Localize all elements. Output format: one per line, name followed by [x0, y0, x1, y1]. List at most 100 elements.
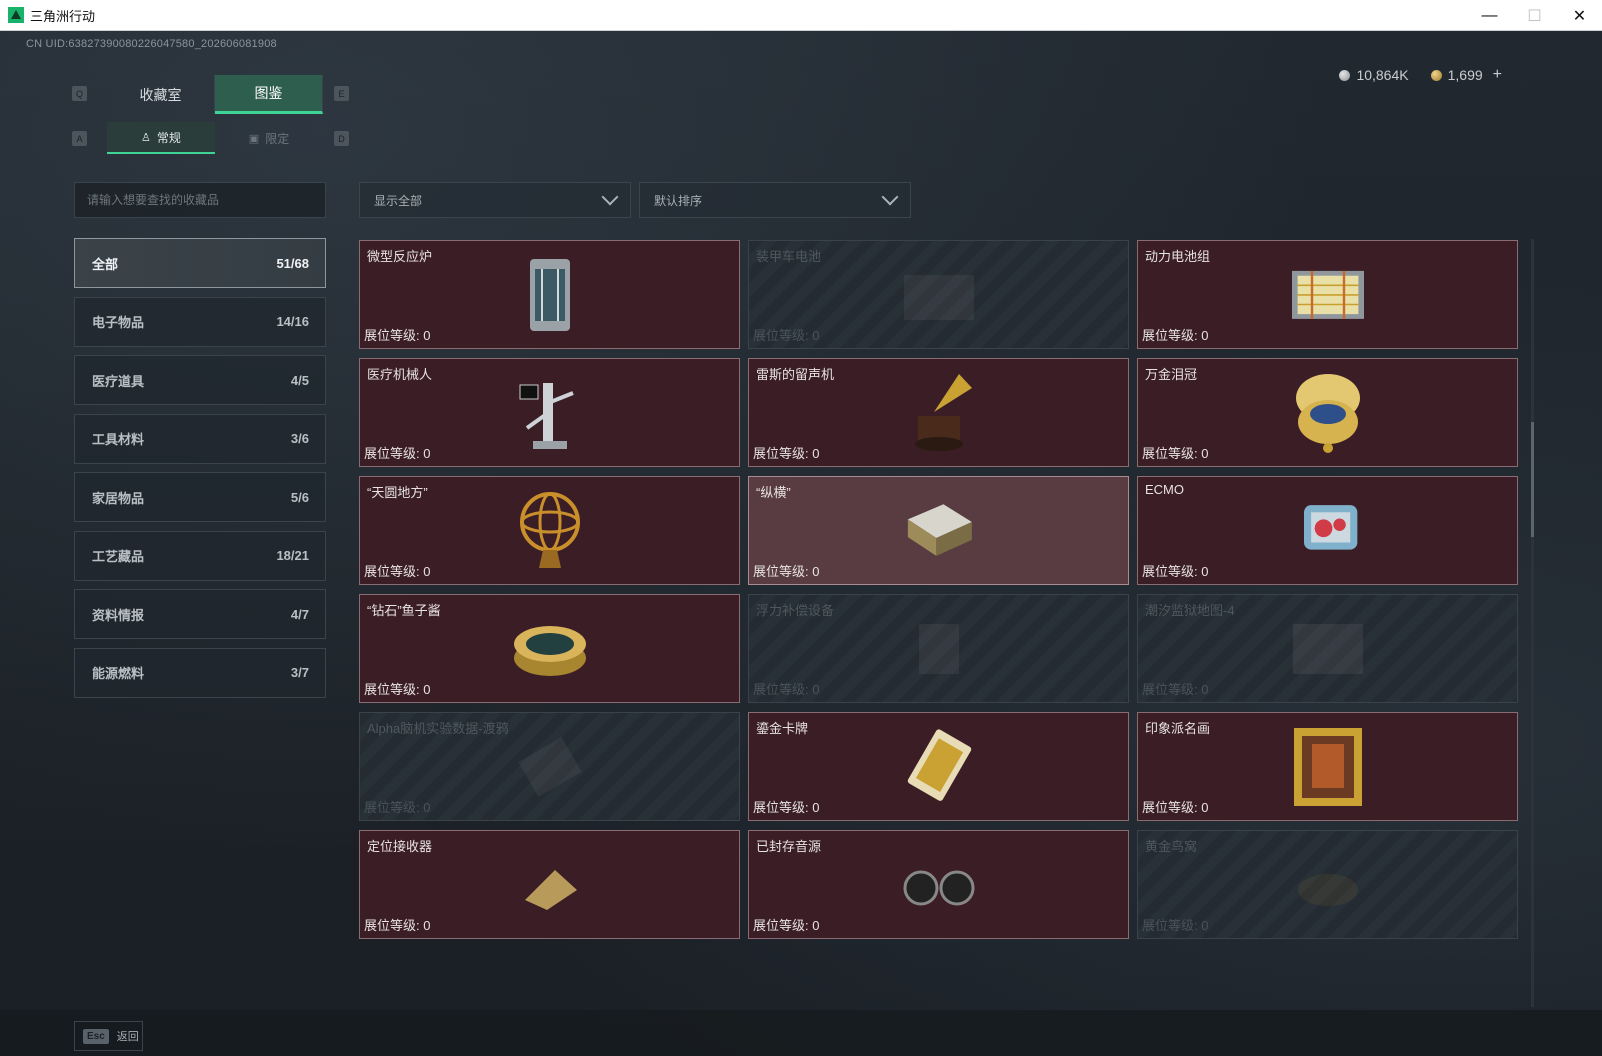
collection-item-card[interactable]: 印象派名画 展位等级: 0 — [1137, 712, 1518, 821]
key-q-hint: Q — [72, 86, 87, 101]
collection-item-card[interactable]: Alpha脑机实验数据-渡鸦 展位等级: 0 — [359, 712, 740, 821]
search-input[interactable] — [74, 182, 326, 218]
category-label: 资料情报 — [92, 607, 145, 623]
item-display-level: 展位等级: 0 — [1142, 682, 1209, 697]
collection-item-card[interactable]: 已封存音源 展位等级: 0 — [748, 830, 1129, 939]
add-currency-button[interactable]: + — [1493, 66, 1502, 84]
collection-item-card[interactable]: 装甲车电池展位等级: 0 — [748, 240, 1129, 349]
item-name: 动力电池组 — [1145, 249, 1211, 264]
item-display-level: 展位等级: 0 — [753, 918, 820, 933]
item-name: 浮力补偿设备 — [756, 603, 835, 618]
tab-collection-room[interactable]: 收藏室 — [107, 75, 215, 114]
item-name: 医疗机械人 — [367, 367, 433, 382]
figure-icon: ♙ — [141, 131, 151, 144]
category-label: 家居物品 — [92, 490, 145, 506]
collection-item-card[interactable]: 万金泪冠展位等级: 0 — [1137, 358, 1518, 467]
gold-currency: 1,699 + — [1430, 66, 1502, 84]
item-display-level: 展位等级: 0 — [364, 564, 431, 579]
sort-dropdown[interactable]: 默认排序 — [639, 182, 911, 218]
silver-coin-icon — [1339, 69, 1351, 81]
data-drive-icon — [510, 727, 590, 807]
item-name: 印象派名画 — [1145, 721, 1211, 736]
collection-item-card[interactable]: 浮力补偿设备 展位等级: 0 — [748, 594, 1129, 703]
collection-item-card[interactable]: 鎏金卡牌展位等级: 0 — [748, 712, 1129, 821]
esc-key-hint: Esc — [83, 1028, 109, 1044]
grid-scrollbar[interactable] — [1531, 239, 1534, 1007]
filter-dropdown[interactable]: 显示全部 — [359, 182, 631, 218]
scroll-thumb[interactable] — [1531, 422, 1534, 537]
collection-item-card[interactable]: 动力电池组展位等级: 0 — [1137, 240, 1518, 349]
category-intel[interactable]: 资料情报 4/7 — [74, 589, 326, 639]
golden-card-icon — [899, 727, 979, 807]
window-titlebar: 三角洲行动 — ☐ ✕ — [0, 0, 1602, 31]
item-grid: 展位等级: 0展位等级: 0展位等级: 0微型反应炉展位等级: 0装甲车电池展位… — [359, 239, 1518, 939]
chess-box-icon — [899, 491, 979, 571]
sort-dropdown-value: 默认排序 — [654, 193, 703, 208]
category-label: 全部 — [92, 256, 119, 272]
key-d-hint: D — [334, 131, 349, 146]
category-energy[interactable]: 能源燃料 3/7 — [74, 647, 326, 698]
reactor-icon — [510, 255, 590, 335]
item-name: 鎏金卡牌 — [756, 721, 809, 736]
tab-catalog[interactable]: 图鉴 — [215, 75, 323, 114]
category-household[interactable]: 家居物品 5/6 — [74, 472, 326, 522]
close-button[interactable]: ✕ — [1557, 0, 1602, 31]
item-display-level: 展位等级: 0 — [1142, 328, 1209, 343]
collection-item-card[interactable]: ECMO 展位等级: 0 — [1137, 476, 1518, 585]
sub-tabs: ♙ 常规 ▣ 限定 — [107, 122, 323, 154]
chevron-down-icon — [881, 188, 899, 206]
category-electronics[interactable]: 电子物品 14/16 — [74, 296, 326, 347]
item-display-level: 展位等级: 0 — [364, 800, 431, 815]
chevron-down-icon — [601, 188, 619, 206]
category-list: 全部 51/68 电子物品 14/16 医疗道具 4/5 工具材料 3/6 家居… — [74, 238, 326, 706]
tab-regular[interactable]: ♙ 常规 — [107, 122, 215, 154]
ecmo-icon — [1288, 491, 1368, 571]
item-name: 装甲车电池 — [756, 249, 822, 264]
minimize-button[interactable]: — — [1467, 0, 1512, 31]
window-title: 三角洲行动 — [30, 8, 96, 24]
collection-item-card[interactable]: “天圆地方” 展位等级: 0 — [359, 476, 740, 585]
battery-pack-icon — [1288, 255, 1368, 335]
item-name: 万金泪冠 — [1145, 367, 1198, 382]
item-name: “天圆地方” — [367, 485, 428, 500]
category-count: 3/7 — [290, 665, 309, 680]
collection-item-card[interactable]: “钻石”鱼子酱 展位等级: 0 — [359, 594, 740, 703]
tab-limited[interactable]: ▣ 限定 — [215, 122, 323, 154]
armillary-sphere-icon — [510, 491, 590, 571]
collection-item-card[interactable]: 潮汐监狱地图-4 展位等级: 0 — [1137, 594, 1518, 703]
item-display-level: 展位等级: 0 — [1142, 564, 1209, 579]
receiver-icon — [510, 845, 590, 925]
category-tools[interactable]: 工具材料 3/6 — [74, 413, 326, 464]
item-display-level: 展位等级: 0 — [753, 446, 820, 461]
item-name: Alpha脑机实验数据-渡鸦 — [367, 721, 509, 736]
category-count: 18/21 — [276, 548, 309, 563]
category-all[interactable]: 全部 51/68 — [74, 238, 326, 288]
category-label: 工艺藏品 — [92, 549, 145, 564]
game-screen: CN UID:63827390080226047580_202606081908… — [0, 31, 1602, 1056]
back-button[interactable]: Esc 返回 — [74, 1021, 143, 1051]
buoyancy-device-icon — [899, 609, 979, 689]
item-display-level: 展位等级: 0 — [753, 800, 820, 815]
battery-icon — [899, 255, 979, 335]
category-count: 51/68 — [276, 255, 309, 271]
caviar-tin-icon — [510, 609, 590, 689]
maximize-button[interactable]: ☐ — [1512, 0, 1557, 31]
image-icon: ▣ — [248, 132, 260, 145]
collection-item-card[interactable]: 定位接收器 展位等级: 0 — [359, 830, 740, 939]
collection-item-card[interactable]: 黄金鸟窝 展位等级: 0 — [1137, 830, 1518, 939]
item-display-level: 展位等级: 0 — [753, 564, 820, 579]
collection-item-card[interactable]: 微型反应炉 展位等级: 0 — [359, 240, 740, 349]
item-name: 雷斯的留声机 — [756, 367, 835, 382]
item-display-level: 展位等级: 0 — [1142, 446, 1209, 461]
collection-item-card[interactable]: 雷斯的留声机 展位等级: 0 — [748, 358, 1129, 467]
main-tabs: 收藏室 图鉴 — [107, 75, 323, 114]
window-controls: — ☐ ✕ — [1467, 0, 1602, 31]
item-name: ECMO — [1145, 482, 1184, 497]
category-count: 14/16 — [276, 314, 309, 329]
item-display-level: 展位等级: 0 — [753, 328, 820, 343]
category-crafts[interactable]: 工艺藏品 18/21 — [74, 530, 326, 581]
silver-currency: 10,864K — [1339, 67, 1409, 83]
category-medical[interactable]: 医疗道具 4/5 — [74, 355, 326, 405]
collection-item-card[interactable]: 医疗机械人 展位等级: 0 — [359, 358, 740, 467]
collection-item-card[interactable]: “纵横” 展位等级: 0 — [748, 476, 1129, 585]
